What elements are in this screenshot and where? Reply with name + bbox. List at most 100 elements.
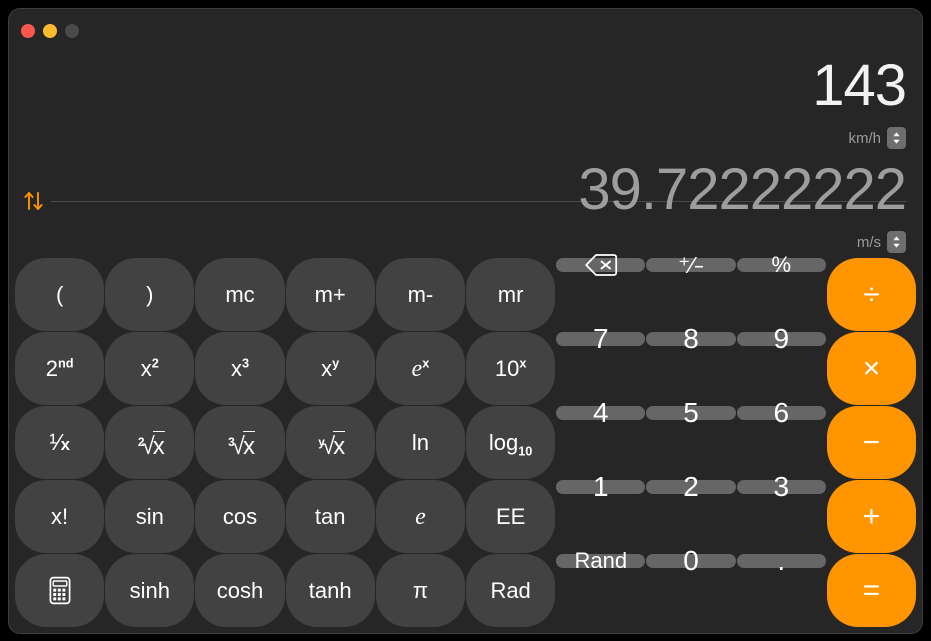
paren-close-key-label: ) [146, 281, 154, 307]
paren-open-key[interactable]: ( [15, 258, 105, 331]
factorial-key[interactable]: x! [15, 480, 105, 553]
secondary-unit-line: m/s [25, 231, 906, 253]
euler-e-key[interactable]: e [375, 480, 466, 553]
ee-key[interactable]: EE [466, 480, 556, 553]
second-function-key-label: 2nd [45, 355, 74, 381]
digit-2-key[interactable]: 2 [646, 473, 736, 501]
hyperbolic-sine-key[interactable]: sinh [105, 554, 195, 627]
natural-log-key-label: ln [411, 429, 429, 455]
digit-8-key[interactable]: 8 [646, 325, 736, 353]
sine-key[interactable]: sin [105, 480, 195, 553]
euler-e-key-label: e [415, 503, 426, 530]
multiply-key-label: × [862, 351, 881, 385]
exp-ten-key[interactable]: 10x [466, 332, 556, 405]
pi-key[interactable]: π [375, 554, 466, 627]
reciprocal-key[interactable]: ¹⁄x [15, 406, 105, 479]
radians-key[interactable]: Rad [466, 554, 556, 627]
calculator-mode-key[interactable] [15, 554, 105, 627]
add-key-label: + [862, 499, 881, 533]
keypad-row: 2nd x2 x3 xy ex 10x 7 8 9 × [15, 325, 917, 405]
random-key[interactable]: Rand [556, 550, 646, 572]
factorial-key-label: x! [51, 503, 69, 529]
divide-key[interactable]: ÷ [826, 258, 917, 331]
digit-5-key[interactable]: 5 [646, 399, 736, 427]
digit-3-key-label: 3 [773, 471, 790, 502]
digit-4-key[interactable]: 4 [556, 399, 646, 427]
digit-9-key[interactable]: 9 [736, 325, 826, 353]
radians-key-label: Rad [490, 577, 531, 603]
multiply-key[interactable]: × [826, 332, 917, 405]
conversion-display: 143 km/h 39.72222222 m/s [9, 49, 922, 257]
digit-6-key[interactable]: 6 [736, 399, 826, 427]
equals-key-label: = [862, 573, 881, 607]
memory-clear-key-label: mc [225, 281, 255, 307]
natural-log-key[interactable]: ln [375, 406, 466, 479]
square-root-key[interactable]: 2 √x [105, 406, 195, 479]
keypad-row: () mc m+ m-mr ⁺⁄⁻% ÷ [15, 253, 917, 331]
tangent-key-label: tan [314, 503, 346, 529]
digit-4-key-label: 4 [593, 397, 609, 428]
nth-root-key-label: y √x [318, 430, 346, 460]
memory-sub-key-label: m- [407, 281, 434, 307]
equals-key[interactable]: = [826, 554, 917, 627]
log-base-ten-key[interactable]: log10 [466, 406, 556, 479]
memory-add-key-label: m+ [314, 281, 346, 307]
cosine-key[interactable]: cos [195, 480, 285, 553]
paren-close-key[interactable]: ) [105, 258, 195, 331]
minimize-button-icon[interactable] [43, 24, 57, 38]
primary-unit-stepper[interactable] [887, 127, 906, 149]
sign-toggle-key[interactable]: ⁺⁄⁻ [646, 253, 736, 278]
primary-conversion-row: 143 km/h [25, 57, 907, 149]
digit-0-key[interactable]: 0 [646, 547, 736, 575]
cube-key[interactable]: x3 [195, 332, 285, 405]
add-key[interactable]: + [826, 480, 917, 553]
digit-1-key[interactable]: 1 [556, 473, 646, 501]
hyperbolic-cosine-key[interactable]: cosh [195, 554, 285, 627]
digit-6-key-label: 6 [773, 397, 790, 428]
subtract-key[interactable]: − [826, 406, 917, 479]
memory-recall-key[interactable]: mr [466, 258, 556, 331]
paren-open-key-label: ( [55, 281, 64, 307]
pi-key-label: π [412, 577, 428, 603]
sine-key-label: sin [135, 503, 164, 529]
memory-sub-key[interactable]: m- [375, 258, 466, 331]
backspace-icon [584, 253, 618, 277]
cube-root-key[interactable]: 3 √x [195, 406, 285, 479]
digit-7-key[interactable]: 7 [556, 325, 646, 353]
zoom-button-icon[interactable] [65, 24, 79, 38]
digit-3-key[interactable]: 3 [736, 473, 826, 501]
keypad-row: sinh cosh tanh π Rad Rand 0. = [15, 547, 917, 627]
hyperbolic-tangent-key-label: tanh [308, 577, 352, 603]
memory-clear-key[interactable]: mc [195, 258, 285, 331]
random-key-label: Rand [574, 548, 628, 573]
secondary-unit-stepper[interactable] [887, 231, 906, 253]
second-function-key[interactable]: 2nd [15, 332, 105, 405]
digit-0-key-label: 0 [683, 545, 699, 576]
close-button-icon[interactable] [21, 24, 35, 38]
memory-add-key[interactable]: m+ [285, 258, 375, 331]
power-y-key[interactable]: xy [285, 332, 375, 405]
reciprocal-key-label: ¹⁄x [49, 429, 70, 455]
log-base-ten-key-label: log10 [488, 429, 533, 458]
backspace-key[interactable] [556, 254, 646, 276]
square-key[interactable]: x2 [105, 332, 195, 405]
cube-root-key-label: 3 √x [228, 430, 255, 460]
digit-7-key-label: 7 [593, 323, 609, 354]
tangent-key[interactable]: tan [285, 480, 375, 553]
calculator-app: 143 km/h 39.72222222 m/s () mc m+ m- mr… [0, 0, 931, 641]
square-root-key-label: 2 √x [137, 430, 165, 460]
power-y-key-label: xy [321, 355, 340, 381]
digit-9-key-label: 9 [773, 323, 790, 354]
memory-recall-key-label: mr [497, 281, 524, 307]
sign-toggle-key-label: ⁺⁄⁻ [678, 251, 704, 280]
exp-e-key[interactable]: ex [375, 332, 466, 405]
hyperbolic-tangent-key[interactable]: tanh [285, 554, 375, 627]
percent-key[interactable]: % [736, 254, 826, 276]
traffic-lights [21, 24, 79, 38]
primary-unit-label: km/h [848, 129, 881, 147]
decimal-point-key[interactable]: . [736, 547, 826, 575]
nth-root-key[interactable]: y √x [285, 406, 375, 479]
primary-value[interactable]: 143 [25, 57, 907, 121]
square-key-label: x2 [140, 355, 159, 381]
secondary-value[interactable]: 39.72222222 [25, 161, 907, 225]
